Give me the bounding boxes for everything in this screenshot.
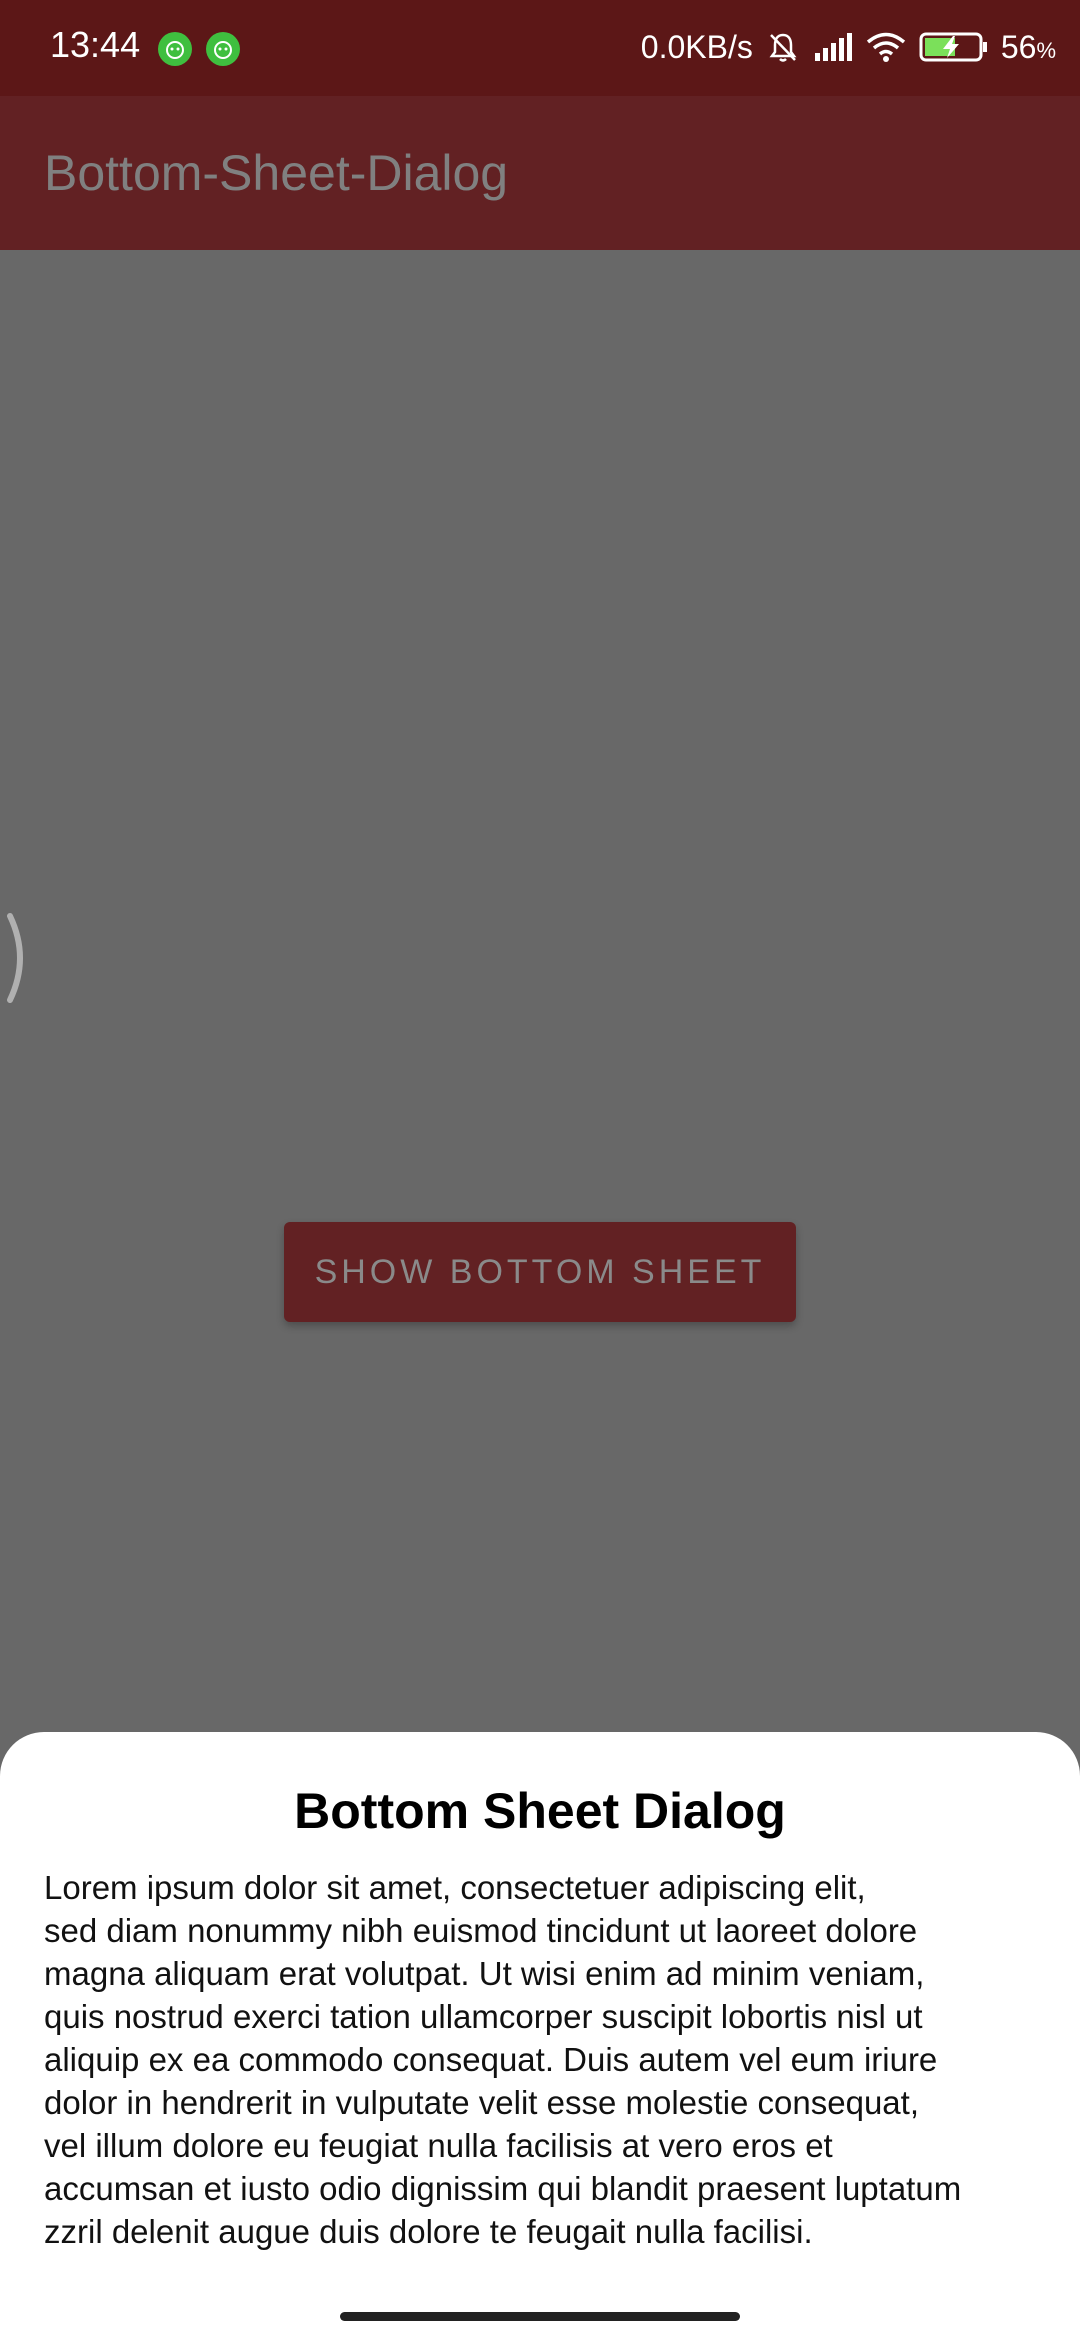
status-bar: 13:44 0.0KB/s 56% [0,0,1080,96]
wifi-icon [865,30,907,64]
body-line: zzril delenit augue duis dolore te feuga… [44,2213,813,2250]
status-time: 13:44 [50,24,141,65]
sheet-body-text: Lorem ipsum dolor sit amet, consectetuer… [44,1866,1036,2253]
bottom-sheet[interactable]: Bottom Sheet Dialog Lorem ipsum dolor si… [0,1732,1080,2340]
body-line: Lorem ipsum dolor sit amet, consectetuer… [44,1869,866,1906]
body-line: aliquip ex ea commodo consequat. Duis au… [44,2041,938,2078]
app-bar: Bottom-Sheet-Dialog [0,96,1080,250]
body-line: vel illum dolore eu feugiat nulla facili… [44,2127,833,2164]
status-right-group: 0.0KB/s 56% [641,22,1056,72]
signal-icon [813,31,853,63]
sheet-title: Bottom Sheet Dialog [294,1783,786,1839]
body-line: accumsan et iusto odio dignissim qui bla… [44,2170,962,2207]
mute-bell-icon [765,29,801,65]
show-bottom-sheet-button[interactable]: SHOW BOTTOM SHEET [284,1222,796,1322]
edge-swipe-handle [0,908,30,1008]
body-line: quis nostrud exerci tation ullamcorper s… [44,1998,923,2035]
battery-charging-icon [919,30,989,64]
home-gesture-bar[interactable] [340,2312,740,2321]
body-line: magna aliquam erat volutpat. Ut wisi eni… [44,1955,925,1992]
battery-percent: 56% [1000,28,1056,65]
body-line: sed diam nonummy nibh euismod tincidunt … [44,1912,918,1949]
app-notification-icon [206,32,240,66]
body-line: dolor in hendrerit in vulputate velit es… [44,2084,919,2121]
page-title: Bottom-Sheet-Dialog [44,145,509,201]
app-notification-icon [158,32,192,66]
network-speed: 0.0KB/s [640,28,753,65]
